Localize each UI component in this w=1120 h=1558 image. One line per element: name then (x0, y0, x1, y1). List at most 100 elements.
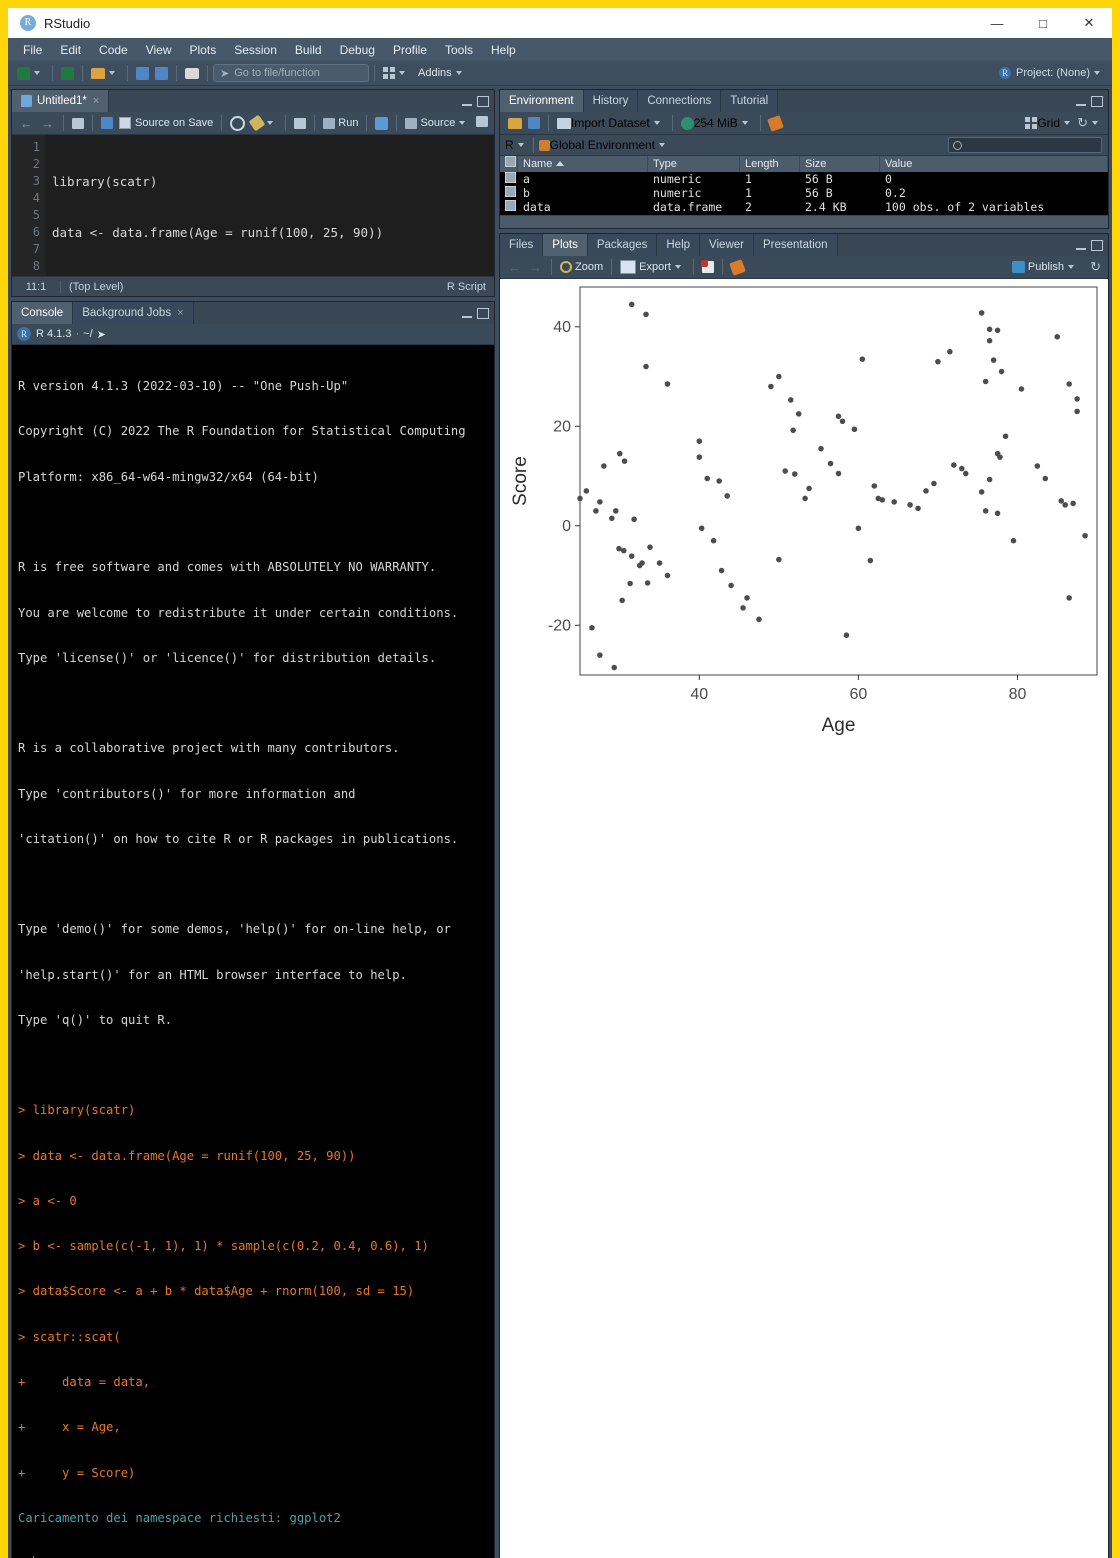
menu-item-edit[interactable]: Edit (51, 40, 90, 60)
row-checkbox[interactable] (500, 172, 518, 186)
workbench-panes-button[interactable] (380, 64, 412, 82)
outline-toggle-button[interactable] (476, 116, 488, 130)
publish-button[interactable]: Publish (1011, 261, 1078, 273)
view-mode-button[interactable]: Grid (1025, 116, 1074, 130)
compile-report-button[interactable] (291, 114, 309, 132)
open-directory-icon[interactable]: ➤ (97, 328, 106, 341)
menu-item-plots[interactable]: Plots (181, 40, 226, 60)
language-selector-label[interactable]: R (505, 138, 514, 152)
column-header-size[interactable]: Size (800, 156, 880, 172)
minimize-pane-icon[interactable] (1076, 96, 1086, 106)
menu-item-file[interactable]: File (14, 40, 51, 60)
show-in-new-window-button[interactable] (69, 114, 87, 132)
menu-item-build[interactable]: Build (286, 40, 331, 60)
column-header-length[interactable]: Length (740, 156, 800, 172)
save-workspace-button[interactable] (525, 114, 543, 132)
menu-item-tools[interactable]: Tools (436, 40, 482, 60)
menu-item-profile[interactable]: Profile (384, 40, 436, 60)
minimize-pane-icon[interactable] (1076, 240, 1086, 250)
column-header-value[interactable]: Value (880, 156, 1108, 172)
tab-environment[interactable]: Environment (500, 90, 584, 112)
select-all-checkbox-cell[interactable] (500, 156, 518, 172)
zoom-plot-button[interactable]: Zoom (557, 258, 606, 276)
row-checkbox[interactable] (500, 200, 518, 214)
tab-history[interactable]: History (583, 90, 639, 112)
minimize-icon[interactable]: — (974, 8, 1020, 38)
new-file-button[interactable] (14, 64, 47, 82)
scope-selector[interactable]: (Top Level) (61, 281, 447, 293)
menu-item-view[interactable]: View (137, 40, 181, 60)
plot-display-area[interactable]: -20 0 20 40 40 60 80 Age Score (500, 279, 1108, 1558)
maximize-icon[interactable]: □ (1020, 8, 1066, 38)
menu-item-session[interactable]: Session (225, 40, 286, 60)
console-prompt-line[interactable]: > (18, 1556, 488, 1558)
tab-background-jobs[interactable]: Background Jobs × (73, 302, 194, 324)
menu-item-code[interactable]: Code (90, 40, 137, 60)
memory-usage-button[interactable]: 254 MiB (678, 114, 755, 132)
project-selector[interactable]: R Project: (None) (999, 67, 1104, 79)
save-source-button[interactable] (98, 114, 116, 132)
minimize-pane-icon[interactable] (462, 96, 472, 106)
tab-files[interactable]: Files (500, 234, 544, 256)
find-replace-button[interactable] (227, 114, 248, 132)
console-line: 'citation()' on how to cite R or R packa… (18, 831, 459, 846)
code-text[interactable]: library(scatr) data <- data.frame(Age = … (46, 135, 494, 276)
global-environment-label[interactable]: Global Environment (550, 138, 655, 152)
tab-viewer[interactable]: Viewer (700, 234, 754, 256)
environment-horizontal-scrollbar[interactable] (500, 215, 1108, 228)
previous-plot-icon[interactable]: ← (504, 260, 525, 275)
source-tab-untitled1[interactable]: Untitled1* × (12, 90, 110, 112)
run-button[interactable]: Run (320, 114, 361, 132)
file-type-selector[interactable]: R Script (447, 281, 494, 293)
new-project-button[interactable] (58, 64, 77, 82)
table-row[interactable]: a numeric 1 56 B 0 (500, 172, 1108, 186)
goto-file-input[interactable]: ➤ Go to file/function (213, 64, 369, 82)
console-output[interactable]: R version 4.1.3 (2022-03-10) -- "One Pus… (12, 345, 494, 1558)
save-all-button[interactable] (152, 64, 171, 82)
table-row[interactable]: b numeric 1 56 B 0.2 (500, 186, 1108, 200)
tab-plots[interactable]: Plots (543, 234, 588, 256)
next-plot-icon[interactable]: → (525, 260, 546, 275)
tab-presentation[interactable]: Presentation (753, 234, 838, 256)
maximize-pane-icon[interactable] (1091, 95, 1103, 107)
load-workspace-button[interactable] (505, 114, 525, 132)
nav-forward-icon[interactable]: → (37, 116, 58, 131)
close-icon[interactable]: ✕ (1066, 8, 1112, 38)
maximize-pane-icon[interactable] (1091, 239, 1103, 251)
row-checkbox[interactable] (500, 186, 518, 200)
refresh-environment-button[interactable]: ↻ (1077, 115, 1102, 131)
tab-help[interactable]: Help (657, 234, 701, 256)
column-header-type[interactable]: Type (648, 156, 740, 172)
clear-environment-button[interactable] (766, 114, 785, 132)
environment-search-input[interactable] (948, 137, 1102, 153)
code-tools-button[interactable] (248, 114, 280, 132)
close-icon[interactable]: × (177, 307, 183, 319)
source-on-save-checkbox[interactable]: Source on Save (116, 114, 216, 132)
tab-console[interactable]: Console (12, 302, 74, 324)
clear-all-plots-button[interactable] (728, 258, 747, 276)
tab-tutorial[interactable]: Tutorial (721, 90, 779, 112)
import-dataset-button[interactable]: Import Dataset (554, 114, 667, 132)
table-row[interactable]: data data.frame 2 2.4 KB 100 obs. of 2 v… (500, 200, 1108, 214)
column-header-name[interactable]: Name (518, 156, 648, 172)
print-button[interactable] (182, 64, 202, 82)
maximize-pane-icon[interactable] (477, 95, 489, 107)
minimize-pane-icon[interactable] (462, 308, 472, 318)
menu-item-debug[interactable]: Debug (331, 40, 384, 60)
remove-plot-button[interactable] (699, 258, 717, 276)
export-plot-button[interactable]: Export (617, 258, 688, 276)
tab-connections[interactable]: Connections (638, 90, 722, 112)
code-editor[interactable]: 1 2 3 4 5 6 7 8 9 10 11 library(scatr) (12, 135, 494, 276)
open-file-button[interactable] (88, 64, 122, 82)
maximize-pane-icon[interactable] (477, 307, 489, 319)
nav-back-icon[interactable]: ← (16, 116, 37, 131)
tab-packages[interactable]: Packages (587, 234, 658, 256)
addins-button[interactable]: Addins (412, 64, 469, 82)
close-icon[interactable]: × (93, 95, 99, 107)
menu-item-help[interactable]: Help (482, 40, 525, 60)
save-button[interactable] (133, 64, 152, 82)
rerun-button[interactable] (372, 114, 391, 132)
source-button[interactable]: Source (402, 114, 472, 132)
refresh-plot-button[interactable]: ↻ (1090, 259, 1101, 275)
